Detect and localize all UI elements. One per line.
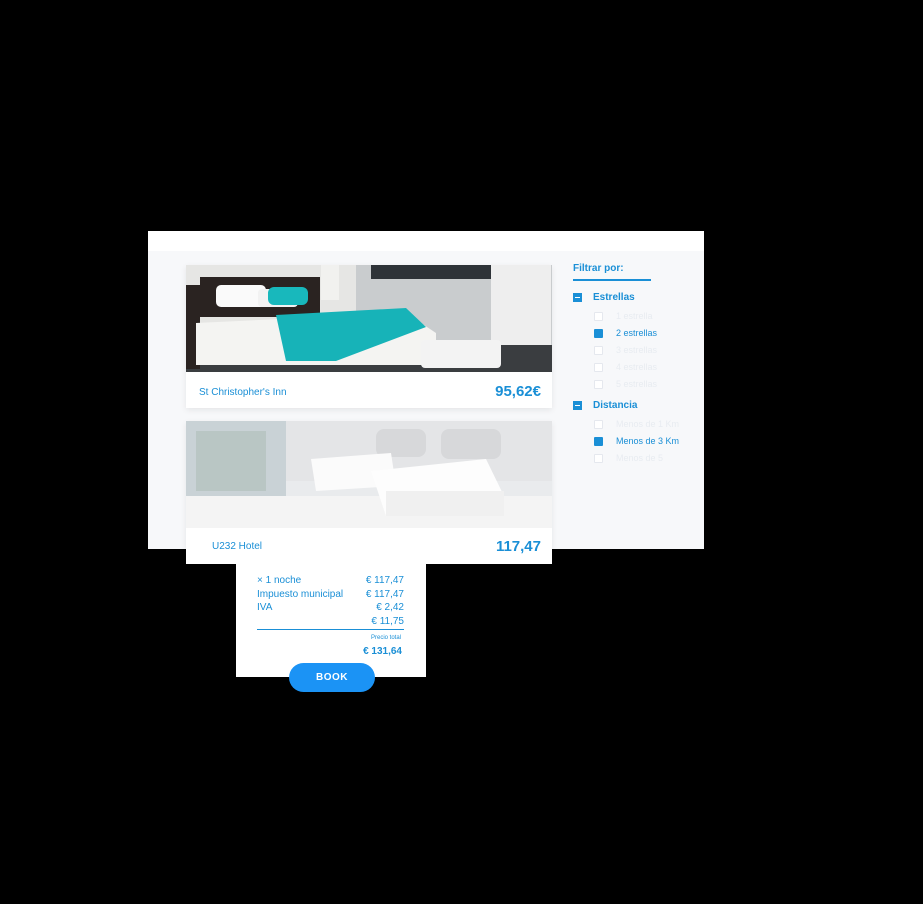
filter-option[interactable]: 3 estrellas [594,345,657,355]
book-button[interactable]: BOOK [289,663,375,692]
checkbox[interactable] [594,345,603,355]
checkbox[interactable] [594,379,603,389]
filter-group-label: Estrellas [593,292,635,303]
hotel-name[interactable]: St Christopher's Inn [199,387,287,398]
filter-option[interactable]: Menos de 3 Km [594,436,679,446]
total-label: Precio total [370,635,401,641]
checkbox[interactable] [594,419,603,429]
filter-option[interactable]: 5 estrellas [594,379,657,389]
hotel-price: 117,47 [495,538,541,555]
checkbox[interactable] [594,362,603,372]
hotel-photo [186,265,552,372]
divider [257,629,404,630]
panel-header-bar [148,233,704,251]
breakdown-row: × 1 noche € 117,47 [257,575,404,586]
breakdown-row: IVA € 2,42 [257,602,404,613]
checkbox[interactable] [594,311,603,321]
filter-group-label: Distancia [593,400,638,411]
filter-option[interactable]: Menos de 5 [594,453,663,463]
price-breakdown: × 1 noche € 117,47 Impuesto municipal € … [236,563,426,677]
filter-title: Filtrar por: [573,263,651,281]
breakdown-row: Impuesto municipal € 117,47 [257,589,404,600]
filter-option[interactable]: 4 estrellas [594,362,657,372]
hotel-photo [186,421,552,528]
hotel-name[interactable]: U232 Hotel [212,541,262,552]
hotel-card[interactable]: U232 Hotel 117,47 [186,421,552,564]
checkbox-checked[interactable] [594,436,603,446]
filter-group-distancia[interactable]: Distancia [573,400,637,411]
total-value: € 131,64 [363,646,402,657]
hotel-card[interactable]: St Christopher's Inn 95,62€ [186,265,552,408]
bedroom-image [186,265,552,372]
collapse-icon[interactable] [573,293,582,302]
filter-option[interactable]: Menos de 1 Km [594,419,679,429]
checkbox-checked[interactable] [594,328,603,338]
filter-group-estrellas[interactable]: Estrellas [573,292,635,303]
filter-option[interactable]: 1 estrella [594,311,653,321]
filter-option[interactable]: 2 estrellas [594,328,657,338]
collapse-icon[interactable] [573,401,582,410]
bedroom-image [186,421,552,528]
hotel-price: 95,62€ [495,383,541,400]
breakdown-row: € 11,75 [371,616,404,627]
checkbox[interactable] [594,453,603,463]
filter-sidebar: Filtrar por: Estrellas 1 estrella 2 estr… [573,263,693,463]
